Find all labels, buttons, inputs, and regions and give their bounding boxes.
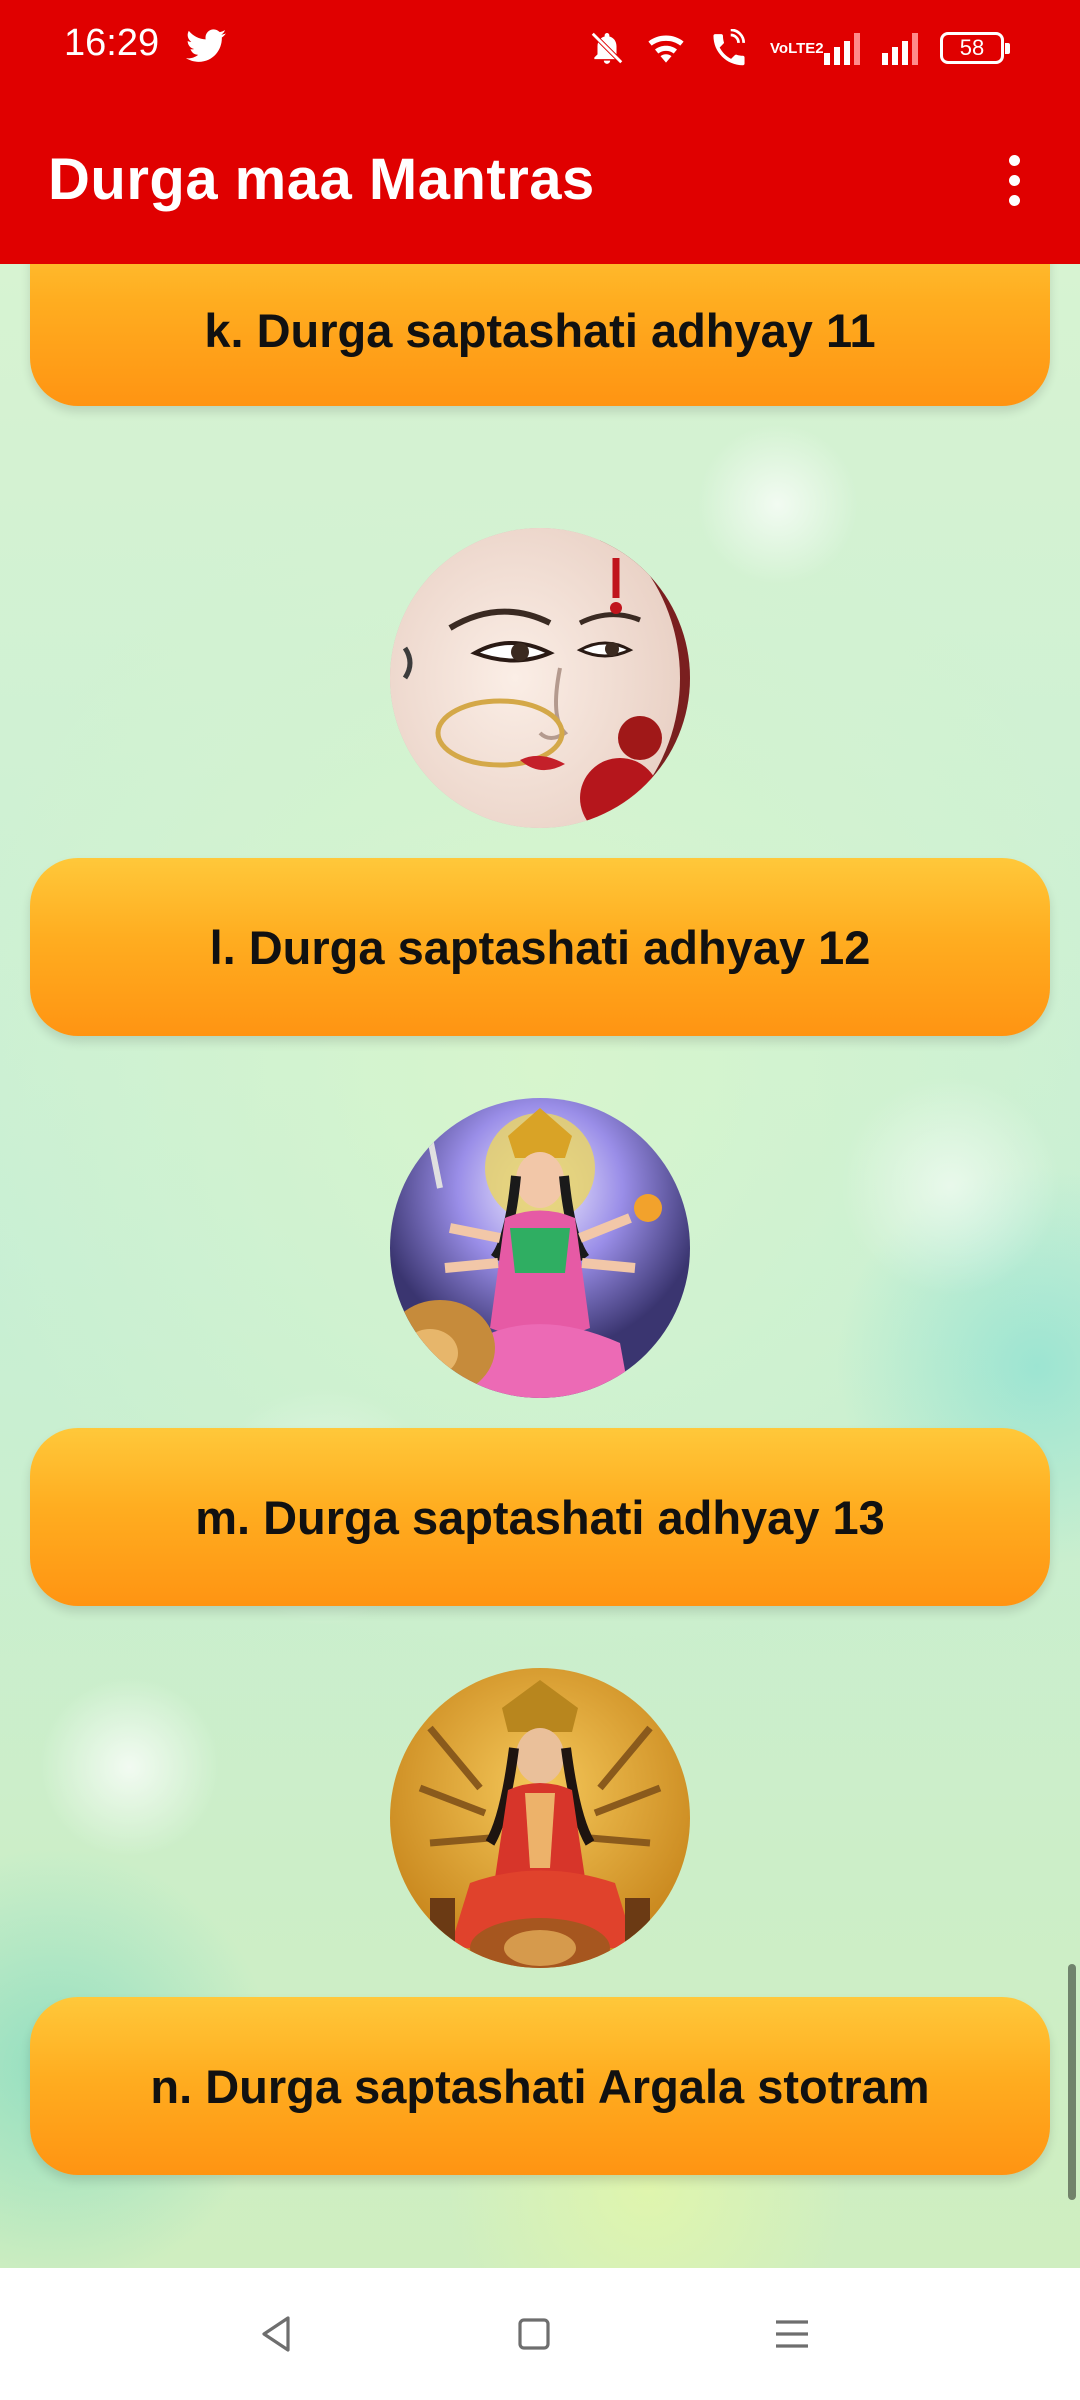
list-item-label: n. Durga saptashati Argala stotram xyxy=(150,2059,930,2113)
signal-icon xyxy=(824,31,864,65)
more-vert-icon[interactable] xyxy=(984,150,1044,210)
navigation-bar xyxy=(0,2268,1080,2400)
home-icon[interactable] xyxy=(498,2298,570,2370)
durga-lion-image xyxy=(390,1098,690,1398)
volte-label-top: Vo xyxy=(770,39,789,57)
status-bar: 16:29 Vo LTE2 58 xyxy=(0,0,1080,96)
top-bar: 16:29 Vo LTE2 58 Durga maa Mantras xyxy=(0,0,1080,264)
list-item-label: k. Durga saptashati adhyay 11 xyxy=(204,303,876,357)
scrollbar-thumb[interactable] xyxy=(1068,1964,1076,2200)
status-time: 16:29 xyxy=(64,22,160,64)
list-item[interactable]: m. Durga saptashati adhyay 13 xyxy=(30,1428,1050,1606)
mantra-list[interactable]: k. Durga saptashati adhyay 11 l. Durga s… xyxy=(0,264,1080,2268)
signal-icon xyxy=(882,31,922,65)
durga-throne-image xyxy=(390,1668,690,1968)
mute-icon xyxy=(588,29,626,67)
status-icons: Vo LTE2 58 xyxy=(588,24,1010,72)
list-item-label: l. Durga saptashati adhyay 12 xyxy=(209,920,871,974)
app-title: Durga maa Mantras xyxy=(48,147,595,212)
wifi-call-icon xyxy=(706,29,752,67)
back-icon[interactable] xyxy=(240,2298,312,2370)
volte-icon: Vo LTE2 xyxy=(770,39,824,57)
durga-face-image xyxy=(390,528,690,828)
list-item-label: m. Durga saptashati adhyay 13 xyxy=(195,1490,885,1544)
list-item[interactable]: n. Durga saptashati Argala stotram xyxy=(30,1997,1050,2175)
list-item[interactable]: l. Durga saptashati adhyay 12 xyxy=(30,858,1050,1036)
list-item[interactable]: k. Durga saptashati adhyay 11 xyxy=(30,264,1050,406)
battery-level: 58 xyxy=(959,35,985,60)
twitter-icon xyxy=(186,28,226,64)
volte-label-bottom: LTE2 xyxy=(788,39,824,57)
wifi-icon xyxy=(644,29,688,67)
screen: 16:29 Vo LTE2 58 Durga maa Mantras k. Du… xyxy=(0,0,1080,2400)
battery-icon: 58 xyxy=(940,32,1010,64)
recents-icon[interactable] xyxy=(756,2298,828,2370)
